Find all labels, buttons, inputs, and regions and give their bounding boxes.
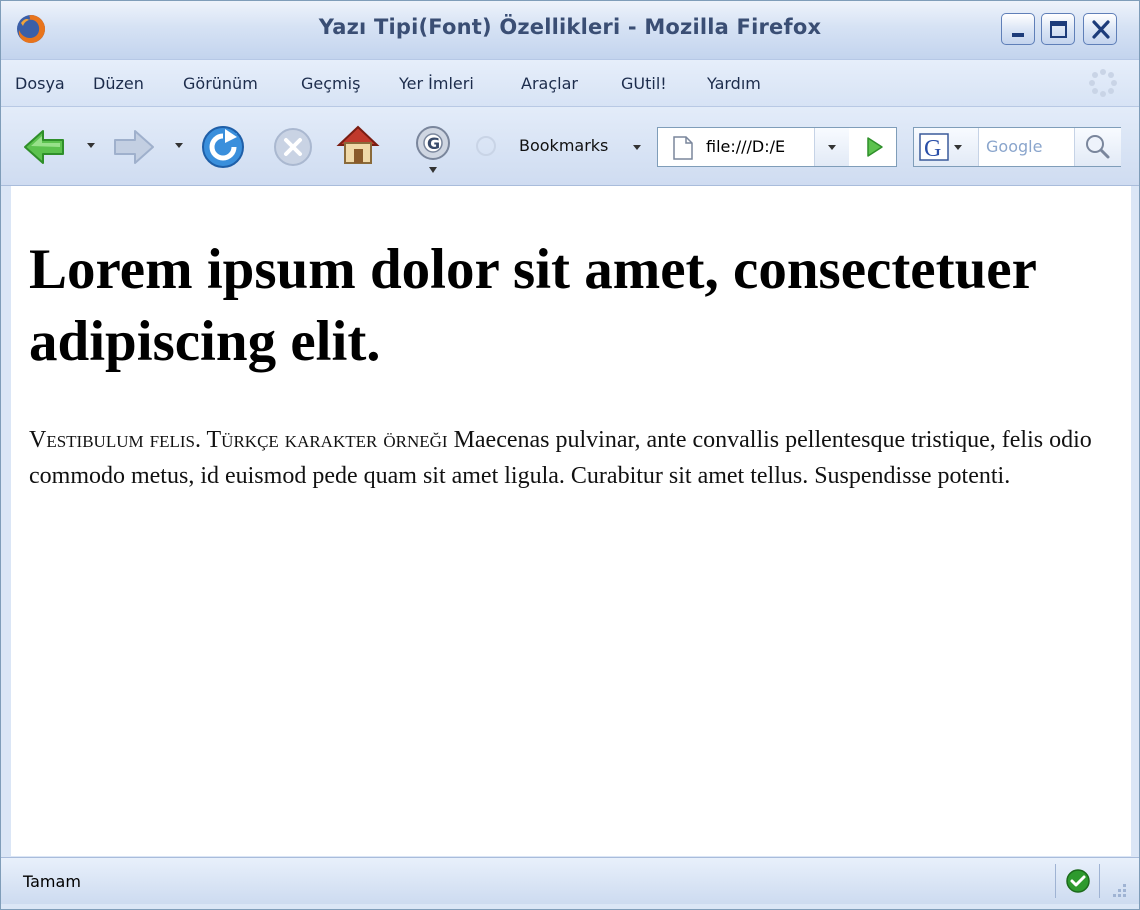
close-button[interactable]	[1083, 13, 1117, 45]
stop-icon[interactable]	[271, 125, 315, 169]
forward-dropdown-icon[interactable]	[175, 143, 183, 148]
menu-bookmarks[interactable]: Yer İmleri	[399, 74, 474, 93]
search-box: G	[913, 127, 1121, 167]
window-title: Yazı Tipi(Font) Özellikleri - Mozilla Fi…	[318, 15, 822, 39]
throbber-icon	[1089, 69, 1117, 97]
menu-file[interactable]: Dosya	[15, 74, 65, 93]
home-icon[interactable]	[335, 121, 381, 169]
close-icon	[1092, 20, 1110, 39]
svg-text:G: G	[924, 136, 941, 162]
address-text[interactable]: file:///D:/E	[706, 137, 816, 156]
maximize-button[interactable]	[1041, 13, 1075, 45]
bookmarks-dropdown-icon[interactable]	[633, 145, 641, 150]
menu-view[interactable]: Görünüm	[183, 74, 258, 93]
go-icon	[867, 137, 883, 157]
address-bar[interactable]: file:///D:/E	[657, 127, 897, 167]
resize-grip-icon[interactable]	[1107, 880, 1129, 900]
chevron-down-icon	[828, 145, 836, 150]
browser-window: Yazı Tipi(Font) Özellikleri - Mozilla Fi…	[0, 0, 1140, 910]
status-divider	[1055, 864, 1056, 898]
back-icon[interactable]	[21, 125, 69, 169]
minimize-icon	[1012, 33, 1024, 37]
page-icon	[673, 136, 693, 160]
menu-gutil[interactable]: GUtil!	[621, 74, 667, 93]
forward-icon[interactable]	[109, 125, 157, 169]
status-ok-icon[interactable]	[1065, 868, 1091, 894]
menu-tools[interactable]: Araçlar	[521, 74, 578, 93]
maximize-icon	[1050, 21, 1067, 38]
back-dropdown-icon[interactable]	[87, 143, 95, 148]
google-toolbar-icon[interactable]: G	[411, 123, 457, 175]
address-history-button[interactable]	[814, 128, 849, 166]
minimize-button[interactable]	[1001, 13, 1035, 45]
search-input[interactable]	[980, 130, 1084, 162]
status-text: Tamam	[23, 872, 81, 891]
go-button[interactable]	[852, 128, 896, 166]
page-paragraph: Vestibulum felis. Türkçe karakter örneği…	[29, 422, 1119, 494]
status-divider	[1099, 864, 1100, 898]
reload-icon[interactable]	[199, 123, 247, 171]
paragraph-smallcaps-text: Vestibulum felis. Türkçe karakter örneği	[29, 427, 448, 453]
menu-edit[interactable]: Düzen	[93, 74, 144, 93]
title-bar[interactable]: Yazı Tipi(Font) Özellikleri - Mozilla Fi…	[1, 1, 1139, 60]
menu-bar: Dosya Düzen Görünüm Geçmiş Yer İmleri Ar…	[1, 60, 1139, 107]
svg-text:G: G	[427, 134, 440, 153]
magnifier-icon	[1086, 135, 1110, 159]
page-heading: Lorem ipsum dolor sit amet, consectetuer…	[29, 238, 1036, 373]
bookmarks-button[interactable]: Bookmarks	[519, 136, 608, 155]
search-engine-button[interactable]: G	[914, 128, 979, 166]
menu-history[interactable]: Geçmiş	[301, 74, 360, 93]
search-button[interactable]	[1074, 128, 1121, 166]
google-engine-icon: G	[919, 133, 962, 162]
page-content: Lorem ipsum dolor sit amet, consectetuer…	[11, 186, 1131, 856]
activity-icon	[476, 136, 496, 156]
status-bar: Tamam	[1, 857, 1139, 904]
menu-help[interactable]: Yardım	[707, 74, 761, 93]
